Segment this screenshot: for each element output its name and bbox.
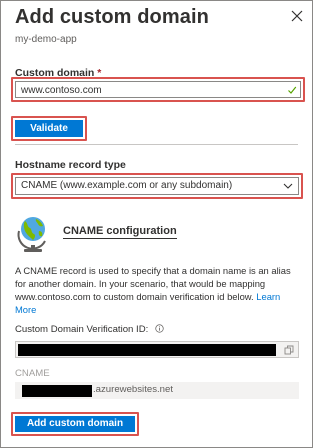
panel-subtitle: my-demo-app	[15, 34, 77, 45]
info-icon[interactable]	[155, 324, 164, 333]
custom-domain-value: www.contoso.com	[21, 85, 102, 96]
cname-description: A CNAME record is used to specify that a…	[15, 264, 303, 316]
panel-title: Add custom domain	[15, 6, 209, 28]
hostname-record-select[interactable]: CNAME (www.example.com or any subdomain)	[15, 177, 299, 195]
redacted-cname-prefix	[22, 385, 92, 397]
verification-id-field[interactable]	[15, 341, 299, 358]
add-custom-domain-button[interactable]: Add custom domain	[15, 416, 135, 432]
check-icon	[288, 86, 297, 94]
add-custom-domain-panel: Add custom domain my-demo-app Custom dom…	[0, 0, 313, 448]
copy-icon[interactable]	[284, 345, 294, 355]
chevron-down-icon	[283, 183, 293, 189]
globe-icon	[17, 217, 46, 252]
cname-description-text: A CNAME record is used to specify that a…	[15, 265, 291, 302]
hostname-record-value: CNAME (www.example.com or any subdomain)	[21, 180, 233, 191]
cname-configuration-heading: CNAME configuration	[63, 225, 177, 239]
custom-domain-input[interactable]: www.contoso.com	[15, 81, 301, 98]
cname-label: CNAME	[15, 368, 50, 379]
cname-suffix: .azurewebsites.net	[93, 384, 173, 395]
close-icon[interactable]	[290, 9, 304, 23]
cname-field: .azurewebsites.net	[15, 382, 299, 399]
section-divider	[15, 144, 298, 145]
validate-button[interactable]: Validate	[15, 120, 83, 137]
redacted-verification-id	[18, 344, 276, 356]
hostname-record-label: Hostname record type	[15, 159, 126, 171]
verification-id-label: Custom Domain Verification ID:	[15, 324, 164, 335]
verification-id-label-text: Custom Domain Verification ID:	[15, 324, 149, 335]
